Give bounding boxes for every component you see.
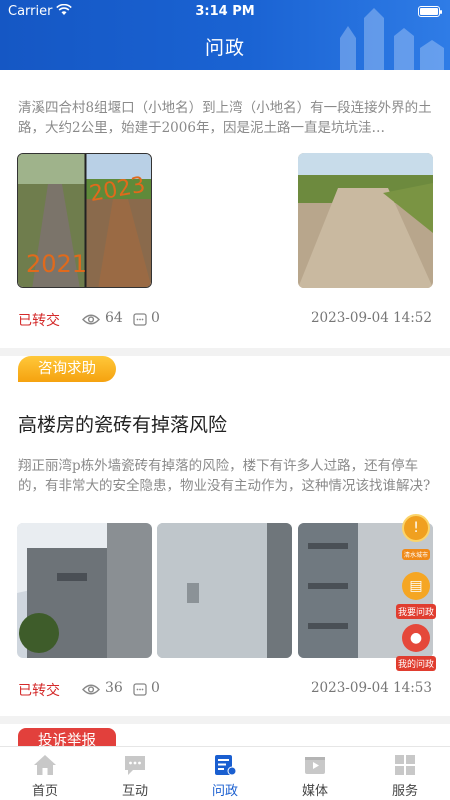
post-meta: 已转交 36 0 2023-09-04 14:53 xyxy=(18,680,432,700)
notice-float-button[interactable]: ! 清水城市 xyxy=(396,514,436,561)
tab-service[interactable]: 服务 xyxy=(360,747,450,800)
home-icon xyxy=(34,755,56,775)
bottom-tab-bar: 首页 互动 问政 媒体 服务 xyxy=(0,746,450,800)
card-divider xyxy=(0,348,450,356)
category-badge-complaint: 投诉举报 xyxy=(18,728,116,746)
post-title: 高楼房的瓷砖有掉落风险 xyxy=(18,414,228,436)
user-icon: ● xyxy=(402,624,430,652)
tab-media[interactable]: 媒体 xyxy=(270,747,360,800)
app-header: Carrier 3:14 PM 问政 xyxy=(0,0,450,70)
post-date: 2023-09-04 14:52 xyxy=(310,310,432,326)
ask-question-button[interactable]: ▤ 我要问政 xyxy=(396,572,437,619)
post-photo[interactable] xyxy=(157,523,292,658)
building-photo xyxy=(17,523,152,658)
post-card[interactable]: 投诉举报 xyxy=(0,724,450,746)
tab-label: 互动 xyxy=(121,784,148,799)
post-meta: 已转交 64 0 2023-09-04 14:52 xyxy=(18,310,432,330)
status-label: 已转交 xyxy=(18,313,60,329)
comment-count: 0 xyxy=(151,680,160,696)
category-badge-consult: 咨询求助 xyxy=(18,356,116,382)
eye-icon xyxy=(82,314,100,325)
service-icon xyxy=(395,755,415,775)
warning-icon: ! xyxy=(402,514,430,542)
my-questions-button[interactable]: ● 我的问政 xyxy=(396,624,437,671)
post-date: 2023-09-04 14:53 xyxy=(310,680,432,696)
page-title: 问政 xyxy=(204,37,245,59)
tab-inquiry[interactable]: 问政 xyxy=(180,747,270,800)
tab-label: 首页 xyxy=(31,784,58,799)
tab-interact[interactable]: 互动 xyxy=(90,747,180,800)
post-card[interactable]: 清溪四合村8组堰口（小地名）到上湾（小地名）有一段连接外界的土路，大约2公里，始… xyxy=(0,70,450,350)
clock: 3:14 PM xyxy=(195,4,255,19)
card-divider xyxy=(0,716,450,724)
eye-icon xyxy=(82,684,100,695)
comment-icon xyxy=(133,683,147,696)
post-photo[interactable] xyxy=(298,153,433,288)
comment-count: 0 xyxy=(151,310,160,326)
road-comparison-photo: 2021 2023 xyxy=(18,154,151,287)
photo-label-2021: 2021 xyxy=(26,250,87,278)
tab-label: 媒体 xyxy=(301,784,328,799)
view-count: 36 xyxy=(105,680,123,696)
post-description: 翔正丽湾p栋外墙瓷砖有掉落的风险，楼下有许多人过路，还有停车的，有非常大的安全隐… xyxy=(18,458,431,494)
post-photo[interactable]: 2021 2023 xyxy=(17,153,152,288)
ask-question-label: 我要问政 xyxy=(396,604,437,619)
my-questions-label: 我的问政 xyxy=(396,656,437,671)
media-icon xyxy=(305,757,325,774)
status-label: 已转交 xyxy=(18,683,60,699)
tab-label: 服务 xyxy=(391,784,418,799)
post-description: 清溪四合村8组堰口（小地名）到上湾（小地名）有一段连接外界的土路，大约2公里，始… xyxy=(18,100,432,136)
chat-icon xyxy=(125,756,145,775)
dirt-road-photo xyxy=(298,153,433,288)
tab-label: 问政 xyxy=(211,784,238,799)
notice-float-label: 清水城市 xyxy=(401,549,430,560)
inquiry-icon xyxy=(215,755,237,776)
status-bar: Carrier 3:14 PM xyxy=(0,0,450,24)
view-count: 64 xyxy=(105,310,123,326)
post-card[interactable]: 咨询求助 高楼房的瓷砖有掉落风险 翔正丽湾p栋外墙瓷砖有掉落的风险，楼下有许多人… xyxy=(0,356,450,722)
comment-icon xyxy=(133,313,147,326)
battery-icon xyxy=(418,6,442,17)
form-icon: ▤ xyxy=(402,572,430,600)
post-photo[interactable] xyxy=(17,523,152,658)
tab-home[interactable]: 首页 xyxy=(0,747,90,800)
tile-wall-photo xyxy=(157,523,292,658)
